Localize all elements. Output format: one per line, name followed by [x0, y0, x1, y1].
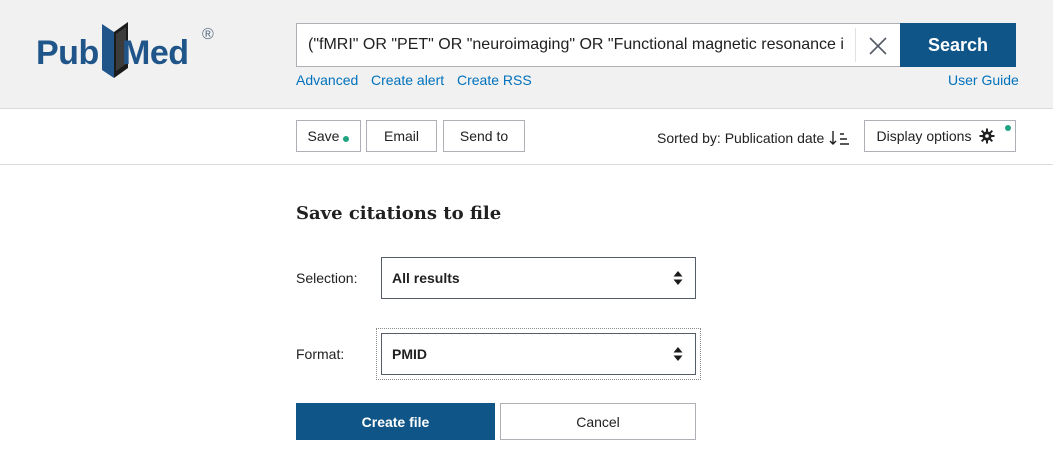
selection-label: Selection: [296, 270, 358, 286]
cancel-button[interactable]: Cancel [500, 403, 696, 440]
clear-search-button[interactable] [859, 30, 897, 62]
user-guide-link[interactable]: User Guide [948, 72, 1019, 88]
selection-value: All results [392, 270, 460, 286]
create-file-button[interactable]: Create file [296, 403, 495, 440]
format-select[interactable]: PMID [381, 333, 696, 375]
pubmed-logo[interactable]: Pub Med ® [36, 18, 226, 82]
send-to-button[interactable]: Send to [443, 120, 525, 152]
save-button[interactable]: Save [296, 120, 361, 152]
sort-control[interactable]: Sorted by: Publication date [657, 128, 851, 148]
format-value: PMID [392, 346, 427, 362]
toolbar-divider [0, 164, 1053, 165]
search-divider [855, 28, 856, 62]
advanced-search-link[interactable]: Advanced [296, 72, 358, 88]
sort-label: Sorted by: Publication date [657, 130, 825, 146]
logo-text-med: Med [122, 34, 189, 72]
search-input[interactable] [297, 24, 855, 66]
display-options-button[interactable]: Display options [864, 120, 1016, 152]
format-label: Format: [296, 346, 345, 362]
email-button[interactable]: Email [366, 120, 437, 152]
create-alert-link[interactable]: Create alert [371, 72, 444, 88]
gear-icon [979, 128, 995, 144]
select-arrows-icon [673, 347, 683, 361]
select-arrows-icon [673, 271, 683, 285]
save-panel-title: Save citations to file [296, 203, 502, 224]
search-button[interactable]: Search [900, 23, 1016, 67]
logo-text-pub: Pub [36, 34, 99, 72]
save-indicator-dot [343, 136, 350, 142]
site-header: Pub Med ® Search Advanced Create alert C… [0, 0, 1053, 109]
search-box [296, 23, 901, 67]
save-button-label: Save [307, 128, 340, 144]
display-indicator-dot [1005, 125, 1011, 131]
registered-mark: ® [202, 26, 214, 43]
create-rss-link[interactable]: Create RSS [457, 72, 532, 88]
close-icon [869, 37, 887, 55]
display-options-label: Display options [876, 128, 972, 144]
sort-descending-icon [829, 131, 850, 145]
selection-select[interactable]: All results [381, 257, 696, 299]
